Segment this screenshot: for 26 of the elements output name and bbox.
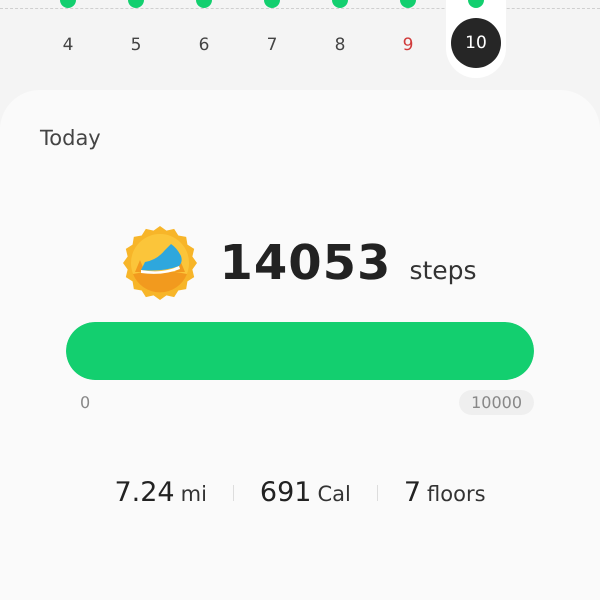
day-number: 6 — [198, 35, 210, 55]
stat-unit: mi — [180, 482, 207, 506]
day-number: 4 — [62, 35, 74, 55]
day-number: 9 — [402, 35, 414, 55]
stat-unit: Cal — [317, 482, 351, 506]
day-column[interactable]: 4 — [34, 0, 102, 78]
card-title: Today — [40, 126, 102, 150]
step-unit: steps — [409, 256, 477, 284]
min-label: 0 — [80, 393, 90, 412]
shoe-badge-icon — [123, 226, 198, 300]
stat-value: 691 — [260, 477, 312, 508]
stat-unit: floors — [427, 482, 486, 506]
day-column[interactable]: 5 — [102, 0, 170, 78]
stat-value: 7 — [404, 477, 422, 508]
day-column[interactable]: 7 — [238, 0, 306, 78]
step-count: 14053 — [219, 235, 392, 291]
day-column[interactable]: 6 — [170, 0, 238, 78]
selected-day-column[interactable]: 10 — [446, 0, 506, 78]
day-number: 5 — [130, 35, 142, 55]
day-column[interactable]: 8 — [306, 0, 374, 78]
day-number: 10 — [451, 18, 501, 68]
stat-value: 7.24 — [114, 477, 175, 508]
goal-label: 10000 — [459, 390, 534, 415]
day-number: 7 — [266, 35, 278, 55]
day-column[interactable]: 9 — [374, 0, 442, 78]
day-number: 8 — [334, 35, 346, 55]
